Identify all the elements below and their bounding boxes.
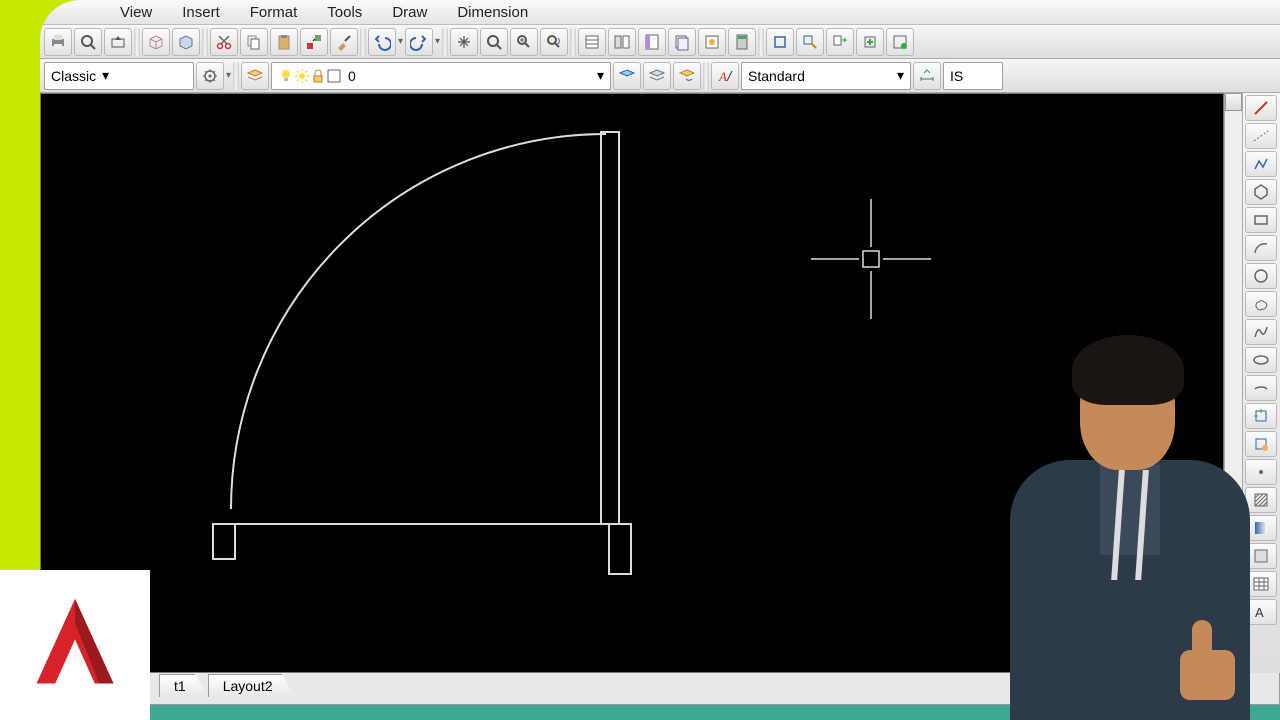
zoom-realtime-button[interactable] — [480, 28, 508, 56]
chevron-down-icon: ▾ — [597, 67, 604, 84]
redo-button[interactable] — [405, 28, 433, 56]
menu-view[interactable]: View — [120, 4, 152, 21]
separator-icon — [442, 28, 448, 56]
separator-icon — [758, 28, 764, 56]
menu-format[interactable]: Format — [250, 4, 298, 21]
properties-button[interactable] — [578, 28, 606, 56]
lock-icon — [310, 68, 326, 84]
dimstyle-icon-button[interactable] — [913, 62, 941, 90]
layer-iso-button[interactable] — [643, 62, 671, 90]
layer-props-button[interactable] — [241, 62, 269, 90]
workspace-label: Classic — [51, 68, 96, 84]
autocad-logo — [0, 570, 150, 720]
svg-text:A: A — [718, 69, 727, 84]
workspace-dropdown[interactable]: Classic ▾ — [44, 62, 194, 90]
workspace-settings-button[interactable] — [196, 62, 224, 90]
sun-icon — [294, 68, 310, 84]
layer-states-button[interactable] — [613, 62, 641, 90]
thumbs-up-icon — [1180, 610, 1240, 700]
block-button[interactable] — [766, 28, 794, 56]
polyline-tool-button[interactable] — [1245, 151, 1277, 177]
dimstyle-label: IS — [950, 68, 963, 84]
polygon-tool-button[interactable] — [1245, 179, 1277, 205]
separator-icon — [134, 28, 140, 56]
preview-button[interactable] — [74, 28, 102, 56]
paste-button[interactable] — [270, 28, 298, 56]
separator-icon — [570, 28, 576, 56]
properties-toolbar: Classic ▾ ▾ 0 ▾ A Standard ▾ IS — [40, 59, 1280, 93]
layer-dropdown[interactable]: 0 ▾ — [271, 62, 611, 90]
layout-tab-2[interactable]: Layout2 — [208, 674, 296, 697]
publish-button[interactable] — [104, 28, 132, 56]
circle-tool-button[interactable] — [1245, 263, 1277, 289]
menu-bar: View Insert Format Tools Draw Dimension — [40, 0, 1280, 25]
block-insert-button[interactable] — [856, 28, 884, 56]
separator-icon — [202, 28, 208, 56]
copy-button[interactable] — [240, 28, 268, 56]
markup-button[interactable] — [698, 28, 726, 56]
tool-palettes-button[interactable] — [638, 28, 666, 56]
zoom-previous-button[interactable] — [540, 28, 568, 56]
layout-tabs: t1 Layout2 — [160, 674, 296, 697]
construction-line-button[interactable] — [1245, 123, 1277, 149]
3d-box-button[interactable] — [142, 28, 170, 56]
design-center-button[interactable] — [608, 28, 636, 56]
zoom-window-button[interactable] — [510, 28, 538, 56]
block-edit-button[interactable] — [796, 28, 824, 56]
xref-button[interactable] — [826, 28, 854, 56]
arc-tool-button[interactable] — [1245, 235, 1277, 261]
chevron-down-icon: ▾ — [102, 67, 109, 84]
standard-toolbar: ▾ ▾ — [40, 25, 1280, 59]
menu-draw[interactable]: Draw — [392, 4, 427, 21]
separator-icon — [703, 62, 709, 90]
separator-icon — [360, 28, 366, 56]
3d-shade-button[interactable] — [172, 28, 200, 56]
lightbulb-icon — [278, 68, 294, 84]
presenter-photo — [990, 320, 1270, 720]
textstyle-label: Standard — [748, 68, 805, 84]
undo-button[interactable] — [368, 28, 396, 56]
layer-prev-button[interactable] — [673, 62, 701, 90]
attach-button[interactable] — [886, 28, 914, 56]
layout-tab-1[interactable]: t1 — [159, 674, 209, 697]
dimstyle-dropdown[interactable]: IS — [943, 62, 1003, 90]
dropdown-arrow-icon[interactable]: ▾ — [226, 70, 231, 81]
quickcalc-button[interactable] — [728, 28, 756, 56]
line-tool-button[interactable] — [1245, 95, 1277, 121]
color-swatch-icon — [326, 68, 342, 84]
autocad-a-icon — [20, 590, 130, 700]
menu-tools[interactable]: Tools — [327, 4, 362, 21]
rectangle-tool-button[interactable] — [1245, 207, 1277, 233]
revision-cloud-button[interactable] — [1245, 291, 1277, 317]
pan-button[interactable] — [450, 28, 478, 56]
chevron-down-icon: ▾ — [897, 67, 904, 84]
door-symbol-drawing — [41, 94, 1141, 654]
scroll-up-button[interactable] — [1225, 93, 1242, 111]
layer-name-label: 0 — [348, 68, 356, 84]
paintbrush-button[interactable] — [330, 28, 358, 56]
separator-icon — [233, 62, 239, 90]
match-prop-button[interactable] — [300, 28, 328, 56]
cut-button[interactable] — [210, 28, 238, 56]
dropdown-arrow-icon[interactable]: ▾ — [398, 36, 403, 47]
dropdown-arrow-icon[interactable]: ▾ — [435, 36, 440, 47]
textstyle-icon-button[interactable]: A — [711, 62, 739, 90]
menu-insert[interactable]: Insert — [182, 4, 220, 21]
sheet-set-button[interactable] — [668, 28, 696, 56]
menu-dimension[interactable]: Dimension — [457, 4, 528, 21]
textstyle-dropdown[interactable]: Standard ▾ — [741, 62, 911, 90]
print-button[interactable] — [44, 28, 72, 56]
